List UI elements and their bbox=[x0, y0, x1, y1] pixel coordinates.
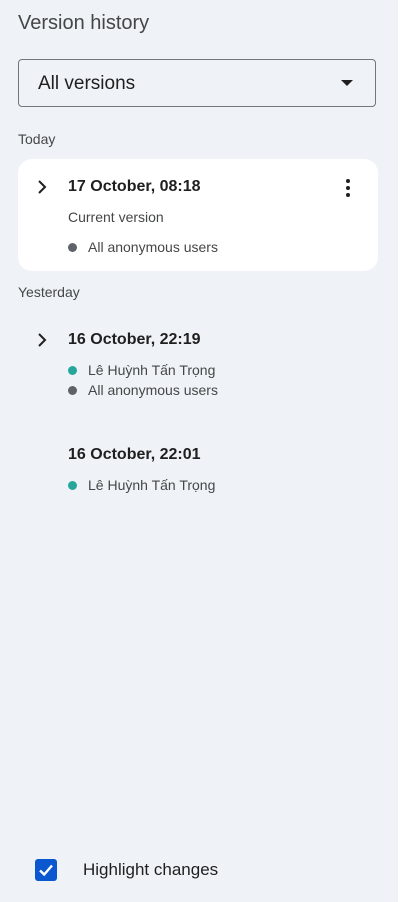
more-vert-icon[interactable] bbox=[336, 176, 360, 200]
checkmark-icon bbox=[39, 864, 53, 877]
panel-title: Version history bbox=[18, 12, 150, 34]
version-filter-dropdown[interactable]: All versions bbox=[18, 59, 376, 107]
chevron-right-icon[interactable] bbox=[37, 333, 47, 347]
user-color-dot bbox=[68, 481, 77, 490]
editor-name: All anonymous users bbox=[88, 239, 218, 255]
dropdown-arrow-icon bbox=[341, 80, 353, 86]
version-item-current[interactable]: 17 October, 08:18 Current version All an… bbox=[18, 159, 378, 271]
panel-right-border bbox=[398, 0, 402, 902]
highlight-changes-checkbox[interactable] bbox=[35, 859, 57, 881]
version-date: 16 October, 22:01 bbox=[68, 446, 201, 463]
section-label-yesterday: Yesterday bbox=[18, 284, 80, 300]
version-item[interactable]: 16 October, 22:01 Lê Huỳnh Tấn Trọng bbox=[18, 428, 378, 508]
section-label-today: Today bbox=[18, 131, 56, 147]
editor-name: All anonymous users bbox=[88, 382, 218, 398]
editor-name: Lê Huỳnh Tấn Trọng bbox=[88, 477, 216, 493]
version-date: 16 October, 22:19 bbox=[68, 331, 201, 348]
editor-name: Lê Huỳnh Tấn Trọng bbox=[88, 362, 216, 378]
version-item[interactable]: 16 October, 22:19 Lê Huỳnh Tấn Trọng All… bbox=[18, 313, 378, 413]
dropdown-selected-value: All versions bbox=[38, 73, 136, 94]
highlight-changes-label[interactable]: Highlight changes bbox=[83, 859, 218, 881]
current-version-label: Current version bbox=[68, 209, 164, 225]
chevron-right-icon[interactable] bbox=[37, 180, 47, 194]
version-date: 17 October, 08:18 bbox=[68, 178, 201, 195]
user-color-dot bbox=[68, 243, 77, 252]
user-color-dot bbox=[68, 386, 77, 395]
user-color-dot bbox=[68, 366, 77, 375]
version-history-panel: Version history All versions Today 17 Oc… bbox=[0, 0, 398, 902]
